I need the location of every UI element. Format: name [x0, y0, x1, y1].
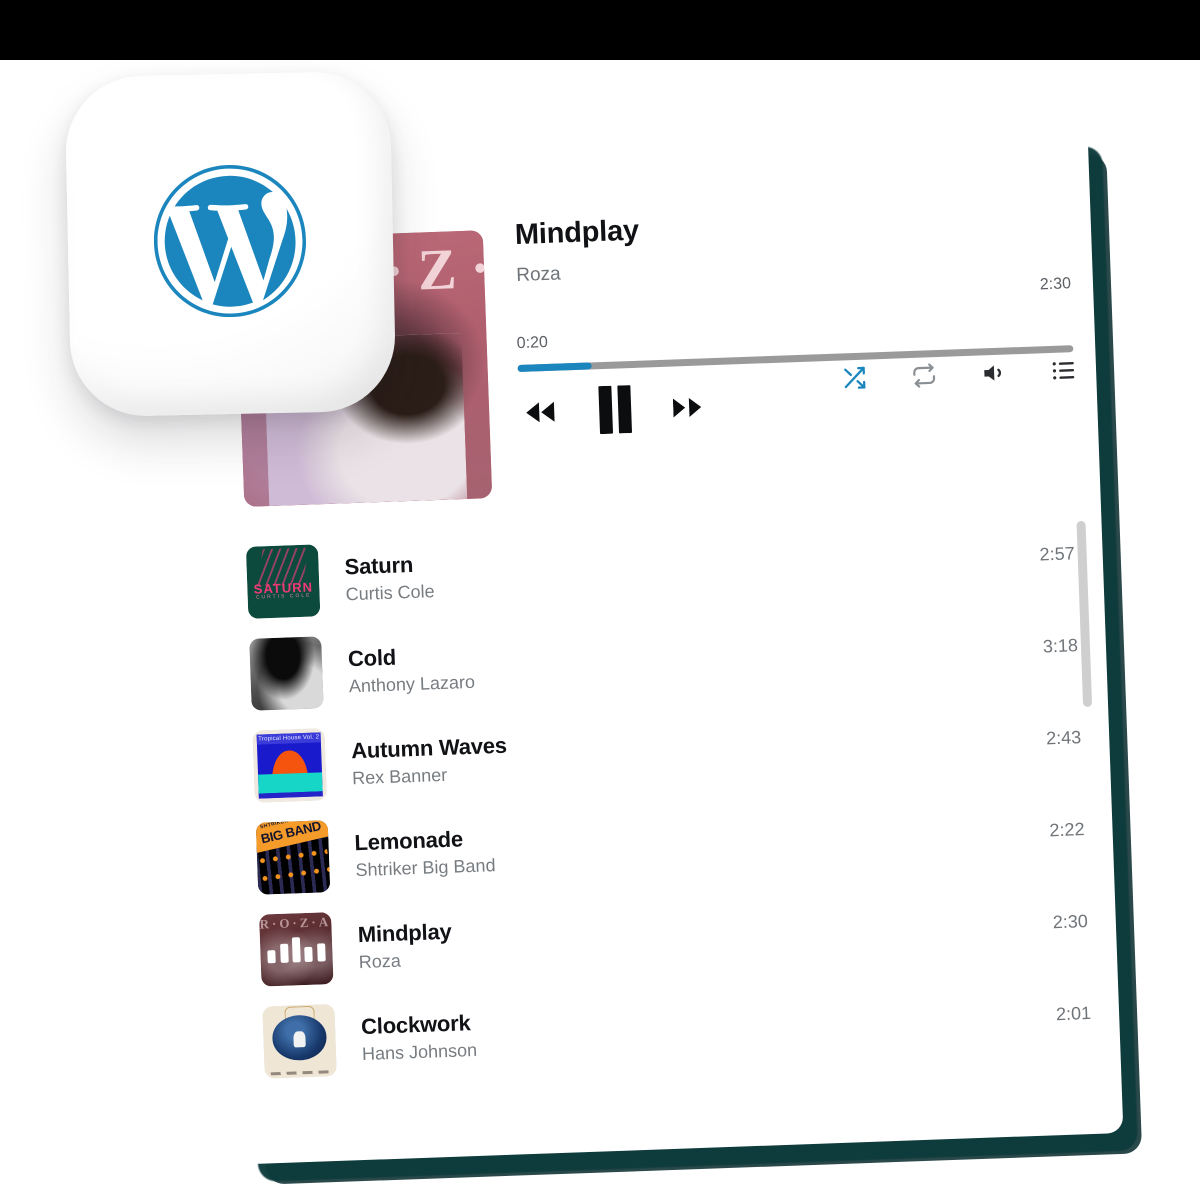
track-duration: 2:30 [1052, 910, 1089, 932]
wordpress-logo-icon [153, 165, 306, 318]
art-title-text: R·O·Z·A [259, 914, 332, 932]
track-meta: Saturn Curtis Cole [344, 529, 1022, 606]
track-duration: 2:22 [1049, 818, 1085, 840]
track-meta: Lemonade Shtriker Big Band [354, 804, 1032, 881]
now-playing-title: Mindplay [514, 214, 640, 252]
transport-controls [522, 382, 704, 436]
art-sub-text: CURTIS COLE [255, 592, 312, 601]
total-duration-label: 2:30 [1039, 275, 1072, 294]
art-footer [258, 791, 323, 799]
art-bars [267, 937, 326, 964]
album-art-lemonade: SHTRIKER BIG BAND [255, 820, 331, 895]
track-thumbnail: SHTRIKER BIG BAND [255, 820, 331, 895]
current-time-label: 0:20 [516, 333, 549, 353]
art-sea [258, 772, 323, 794]
now-playing-artist: Roza [515, 263, 562, 287]
track-duration: 2:01 [1055, 1002, 1092, 1024]
art-title-text: Tropical House Vol. 2 [256, 732, 321, 745]
track-meta: Mindplay Roza [357, 896, 1035, 973]
playlist-icon[interactable] [1050, 358, 1079, 383]
playlist-tracklist[interactable]: SATURN CURTIS COLE Saturn Curtis Cole 2:57 Co… [222, 506, 1124, 1164]
rewind-icon[interactable] [523, 400, 558, 425]
repeat-icon[interactable] [910, 362, 939, 389]
progress-fill [517, 362, 592, 373]
screenshot-canvas: R·O·Z·A Mindplay Roza 2:30 0:20 [0, 0, 1200, 1200]
track-duration: 2:57 [1039, 542, 1075, 564]
album-art-autumn: Tropical House Vol. 2 [252, 728, 327, 803]
track-duration: 3:18 [1042, 634, 1079, 656]
track-thumbnail: R·O·Z·A [259, 912, 334, 987]
track-duration: 2:43 [1045, 726, 1082, 748]
track-thumbnail [262, 1004, 337, 1079]
shuffle-icon[interactable] [840, 365, 869, 392]
art-figure [293, 1030, 306, 1048]
track-meta: Cold Anthony Lazaro [347, 621, 1025, 698]
album-art-saturn: SATURN CURTIS COLE [245, 544, 321, 619]
album-art-clockwork [262, 1004, 337, 1079]
track-meta: Clockwork Hans Johnson [361, 988, 1039, 1065]
track-thumbnail [249, 636, 324, 711]
track-meta: Autumn Waves Rex Banner [351, 713, 1029, 790]
track-thumbnail: SATURN CURTIS COLE [245, 544, 321, 619]
album-art-cold [249, 636, 324, 711]
wordpress-logo-tile [64, 70, 397, 418]
pause-icon[interactable] [596, 385, 634, 435]
art-frame: Tropical House Vol. 2 [256, 732, 323, 799]
fast-forward-icon[interactable] [672, 396, 704, 418]
art-caption [270, 1070, 331, 1076]
volume-icon[interactable] [980, 360, 1009, 387]
track-thumbnail: Tropical House Vol. 2 [252, 728, 327, 803]
album-art-mindplay: R·O·Z·A [259, 912, 334, 987]
